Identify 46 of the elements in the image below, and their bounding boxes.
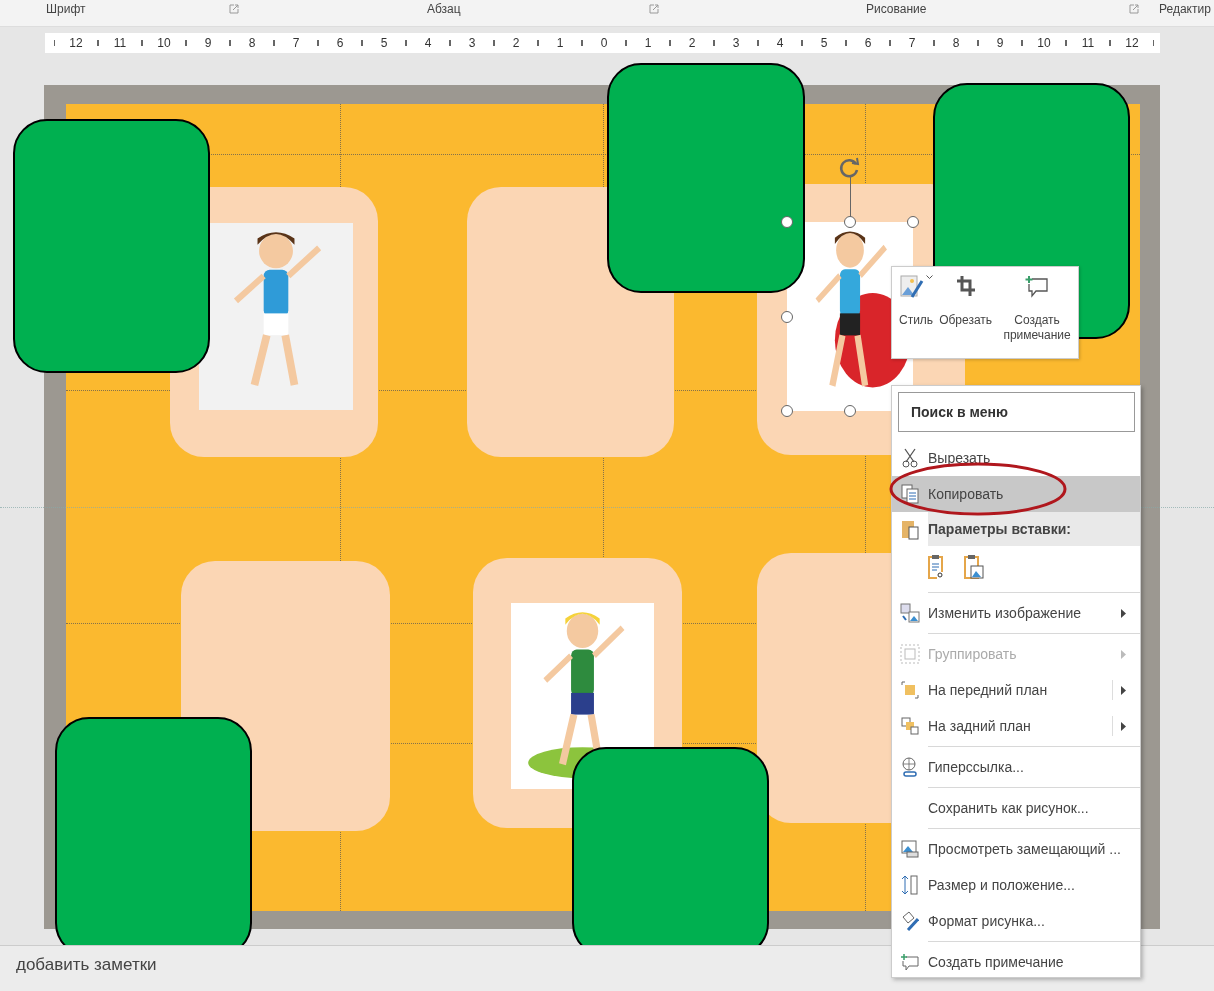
ribbon-group-label: Рисование xyxy=(866,2,927,16)
ruler-number: 11 xyxy=(1081,36,1095,50)
menu-item[interactable]: Изменить изображение xyxy=(892,595,1140,636)
menu-item[interactable]: Вырезать xyxy=(892,440,1140,476)
ruler-number: 2 xyxy=(512,36,520,50)
ruler-number: 3 xyxy=(468,36,476,50)
ruler-number: 1 xyxy=(556,36,564,50)
ruler-number: 10 xyxy=(157,36,171,50)
ribbon-group-label: Абзац xyxy=(427,2,461,16)
menu-item[interactable]: На задний план xyxy=(892,708,1140,749)
menu-item[interactable]: Просмотреть замещающий ... xyxy=(892,831,1140,867)
menu-item[interactable]: Создать примечание xyxy=(892,944,1140,980)
menu-item[interactable]: На передний план xyxy=(892,672,1140,708)
ruler-number: 4 xyxy=(424,36,432,50)
ruler-number: 0 xyxy=(600,36,608,50)
ribbon-group-label: Шрифт xyxy=(46,2,86,16)
menu-item[interactable]: Размер и положение... xyxy=(892,867,1140,903)
ruler-number: 5 xyxy=(380,36,388,50)
menu-item[interactable]: Гиперссылка... xyxy=(892,749,1140,790)
ruler-number: 2 xyxy=(688,36,696,50)
ribbon-group-label: Редактир xyxy=(1159,2,1211,16)
ruler-number: 9 xyxy=(996,36,1004,50)
menu-item[interactable]: Копировать xyxy=(892,476,1140,512)
ruler-number: 6 xyxy=(864,36,872,50)
toolbar-button[interactable]: Стиль xyxy=(896,273,937,352)
ruler-number: 12 xyxy=(1125,36,1139,50)
toolbar-button[interactable]: Обрезать xyxy=(936,273,996,352)
ruler-number: 12 xyxy=(69,36,83,50)
ruler-number: 5 xyxy=(820,36,828,50)
ruler-number: 4 xyxy=(776,36,784,50)
ruler-number: 3 xyxy=(732,36,740,50)
ruler-number: 11 xyxy=(113,36,127,50)
ruler-number: 9 xyxy=(204,36,212,50)
toolbar-button[interactable]: Создать примечание xyxy=(999,273,1076,352)
menu-item[interactable]: Сохранить как рисунок... xyxy=(892,790,1140,831)
notes-field[interactable]: добавить заметки xyxy=(14,954,318,976)
ruler-number: 7 xyxy=(908,36,916,50)
ruler-number: 8 xyxy=(952,36,960,50)
ruler-number: 1 xyxy=(644,36,652,50)
ruler-number: 8 xyxy=(248,36,256,50)
ruler-number: 10 xyxy=(1037,36,1051,50)
search-field[interactable]: Поиск в меню xyxy=(898,392,1135,432)
ruler-number: 6 xyxy=(336,36,344,50)
menu-item[interactable]: Формат рисунка... xyxy=(892,903,1140,944)
menu-section-header: Параметры вставки: xyxy=(928,512,1140,546)
ruler-number: 7 xyxy=(292,36,300,50)
